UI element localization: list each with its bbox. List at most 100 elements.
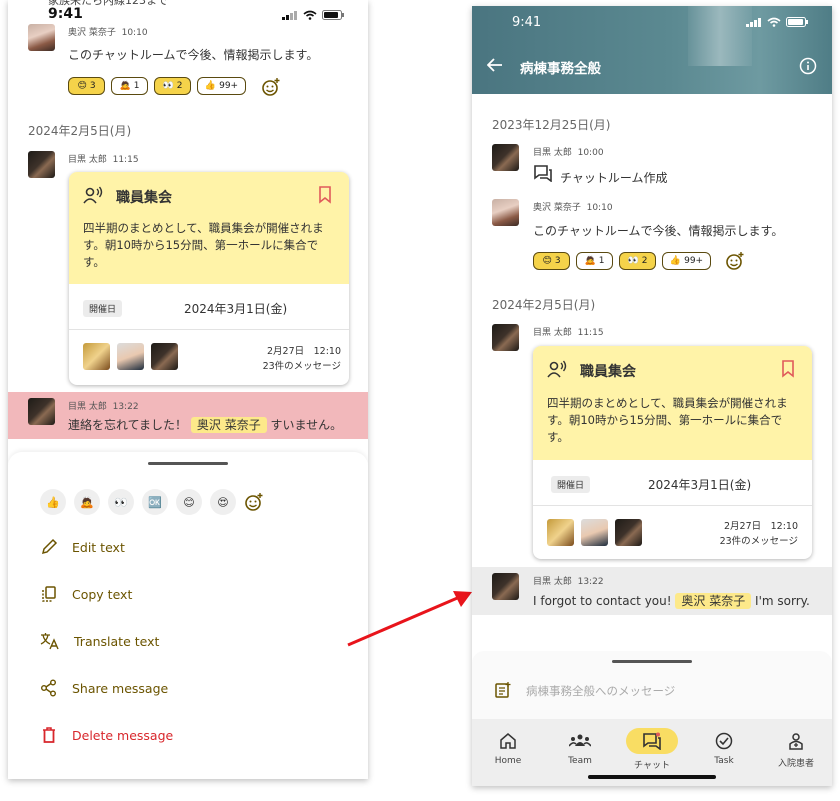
avatar[interactable] [492, 573, 519, 600]
speaker-icon [83, 186, 103, 204]
avatar[interactable] [28, 151, 55, 178]
app-header: 9:41 病棟事務全般 [472, 6, 832, 94]
edit-text-action[interactable]: Edit text [40, 538, 125, 556]
sheet-handle[interactable] [148, 462, 228, 465]
status-icons [282, 10, 344, 20]
add-reaction-icon[interactable] [261, 77, 281, 97]
event-description: 四半期のまとめとして、職員集会が開催されます。朝10時から15分間、第一ホールに… [547, 396, 788, 444]
reaction-thumbs[interactable]: 👍 99+ [197, 77, 246, 95]
nav-chat-label: チャット [634, 761, 670, 771]
reaction-bow[interactable]: 🙇 1 [576, 252, 613, 270]
avatar [117, 343, 144, 370]
status-icons [746, 17, 808, 27]
add-reaction-icon[interactable] [244, 492, 264, 512]
quick-reaction-ok[interactable]: 🆗 [142, 489, 168, 515]
bookmark-icon[interactable] [781, 360, 795, 378]
avatar[interactable] [28, 398, 55, 425]
event-date-value: 2024年3月1日(金) [184, 302, 288, 316]
translate-icon [40, 633, 59, 650]
avatar [547, 519, 574, 546]
share-icon [41, 679, 56, 697]
quick-reaction-thumbs[interactable]: 👍 [40, 489, 66, 515]
translate-text-action[interactable]: Translate text [40, 632, 159, 650]
trash-icon [43, 727, 55, 743]
participant-avatars [83, 343, 178, 370]
compose-icon[interactable] [494, 681, 512, 699]
copy-icon [42, 586, 56, 602]
mention[interactable]: 奥沢 菜奈子 [190, 417, 267, 433]
translate-text-label: Translate text [74, 633, 160, 649]
composer: 病棟事務全般へのメッセージ [472, 651, 832, 721]
quick-reaction-smile[interactable]: 😊 [176, 489, 202, 515]
signal-icon [282, 11, 297, 20]
participant-avatars [547, 519, 642, 546]
avatar[interactable] [492, 324, 519, 351]
quick-reaction-bow[interactable]: 🙇 [74, 489, 100, 515]
event-card[interactable]: 職員集会 四半期のまとめとして、職員集会が開催されます。朝10時から15分間、第… [69, 172, 349, 385]
avatar[interactable] [28, 24, 55, 51]
wifi-icon [767, 17, 781, 27]
avatar [151, 343, 178, 370]
quick-reaction-eyes[interactable]: 👀 [108, 489, 134, 515]
reaction-eyes[interactable]: 👀 2 [154, 77, 191, 95]
date-divider: 2024年2月5日(月) [28, 124, 132, 138]
event-card-header: 職員集会 四半期のまとめとして、職員集会が開催されます。朝10時から15分間、第… [69, 172, 349, 284]
page-title: 病棟事務全般 [520, 61, 601, 77]
status-time: 9:41 [48, 6, 83, 22]
nav-patients[interactable]: 入院患者 [766, 732, 826, 786]
action-sheet: 👍 🙇 👀 🆗 😊 😍 Edit text Copy text Translat… [8, 452, 368, 779]
event-description: 四半期のまとめとして、職員集会が開催されます。朝10時から15分間、第一ホールに… [83, 221, 324, 269]
copy-text-action[interactable]: Copy text [40, 585, 132, 603]
message-meta: 奥沢 菜奈子 10:10 [68, 28, 148, 38]
event-card[interactable]: 職員集会 四半期のまとめとして、職員集会が開催されます。朝10時から15分間、第… [533, 346, 812, 559]
left-phone-screen: 家族来たら内線123まで 9:41 奥沢 菜奈子 10:10 このチャットルーム… [8, 0, 368, 779]
battery-icon [322, 10, 344, 20]
right-phone-screen: 9:41 病棟事務全般 2023年12月25日(月) 目黒 太郎 10:00 チ… [472, 6, 832, 786]
translated-message[interactable]: 目黒 太郎 13:22 I forgot to contact you! 奥沢 … [472, 567, 832, 615]
reply-date: 2月27日 12:10 [723, 521, 798, 532]
avatar[interactable] [492, 199, 519, 226]
add-reaction-icon[interactable] [725, 251, 745, 271]
speaker-icon [547, 360, 567, 378]
back-arrow-icon[interactable] [487, 58, 503, 72]
edit-text-label: Edit text [72, 539, 125, 555]
avatar [581, 519, 608, 546]
quick-reaction-love[interactable]: 😍 [210, 489, 236, 515]
message-input[interactable]: 病棟事務全般へのメッセージ [526, 683, 675, 699]
message-text: 連絡を忘れてました！ 奥沢 菜奈子 すいません。 [68, 417, 343, 433]
message-meta: 目黒 太郎 13:22 [68, 402, 139, 412]
delete-message-action[interactable]: Delete message [40, 726, 173, 744]
nav-team-label: Team [568, 756, 592, 766]
copy-text-label: Copy text [72, 586, 133, 602]
avatar [615, 519, 642, 546]
bookmark-icon[interactable] [318, 186, 332, 204]
mention[interactable]: 奥沢 菜奈子 [675, 593, 752, 609]
wifi-icon [303, 10, 317, 20]
selected-message[interactable]: 目黒 太郎 13:22 連絡を忘れてました！ 奥沢 菜奈子 すいません。 [8, 392, 368, 439]
delete-message-label: Delete message [72, 727, 174, 743]
reaction-eyes[interactable]: 👀 2 [619, 252, 656, 270]
reaction-bow[interactable]: 🙇 1 [111, 77, 148, 95]
message-text: このチャットルームで今後、情報掲示します。 [68, 48, 319, 62]
sheet-handle[interactable] [612, 660, 692, 663]
event-date-tag: 開催日 [83, 300, 123, 317]
chatroom-icon [534, 165, 552, 182]
share-message-label: Share message [72, 680, 169, 696]
transition-arrow-icon [347, 591, 472, 647]
reply-date: 2月27日 12:10 [266, 346, 341, 357]
reaction-thumbs[interactable]: 👍 99+ [662, 252, 711, 270]
event-title: 職員集会 [116, 190, 172, 206]
nav-home[interactable]: Home [478, 732, 538, 786]
message-text: このチャットルームで今後、情報掲示します。 [533, 224, 784, 238]
share-message-action[interactable]: Share message [40, 679, 168, 697]
info-icon[interactable] [799, 57, 817, 75]
reaction-row: 😊 3 🙇 1 👀 2 👍 99+ [68, 77, 246, 95]
status-time: 9:41 [512, 15, 542, 30]
patient-icon [789, 733, 803, 750]
nav-home-label: Home [494, 756, 522, 766]
reaction-smile[interactable]: 😊 3 [68, 77, 105, 95]
avatar[interactable] [492, 144, 519, 171]
divider [69, 329, 349, 330]
reaction-smile[interactable]: 😊 3 [533, 252, 570, 270]
message-meta: 目黒 太郎 11:15 [533, 328, 604, 338]
